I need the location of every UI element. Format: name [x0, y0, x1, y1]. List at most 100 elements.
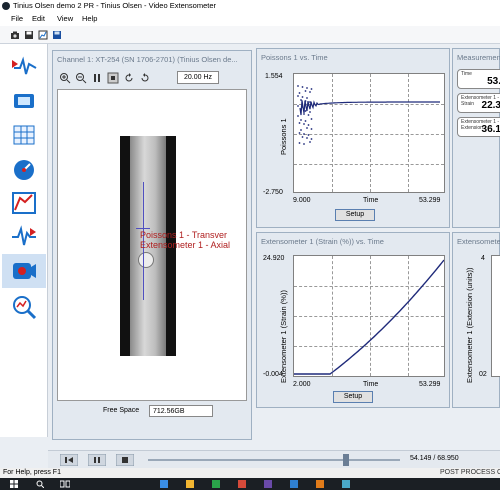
poisson-xmax: 53.299	[419, 197, 441, 204]
status-mode-text: POST PROCESS C	[440, 469, 500, 476]
extension-ylabel: Extensometer 1 (Extension (units))	[465, 267, 474, 383]
chart-icon[interactable]	[38, 30, 48, 40]
poisson-scatter-point	[297, 95, 299, 97]
poisson-scatter-point	[298, 142, 301, 144]
waveform-icon	[12, 225, 36, 246]
speedometer-icon	[14, 160, 34, 180]
sidebar-item-analysis[interactable]	[6, 292, 42, 322]
poisson-scatter-point	[304, 120, 307, 122]
poisson-scatter-point	[304, 90, 307, 92]
poisson-scatter-point	[310, 128, 313, 130]
poisson-scatter-point	[307, 134, 310, 136]
measurement-box-extension: Extensometer 1 - Extension 36.1	[457, 117, 500, 137]
measurement-strain-value: 22.3	[481, 100, 500, 111]
sidebar-item-speed[interactable]	[6, 154, 42, 184]
poisson-scatter-point	[310, 88, 313, 90]
search-icon[interactable]	[36, 480, 44, 488]
camera-icon[interactable]	[10, 30, 20, 40]
window-title: Tinius Olsen demo 2 PR - Tinius Olsen - …	[13, 1, 217, 10]
zoom-out-icon[interactable]	[75, 72, 87, 84]
specimen-mark	[138, 252, 154, 268]
poisson-scatter-point	[303, 113, 305, 115]
stop-icon[interactable]	[116, 454, 134, 466]
curve-chart-icon	[12, 192, 36, 214]
sidebar-item-curve[interactable]	[6, 188, 42, 218]
measurement-title: Measuremen	[457, 53, 500, 62]
taskbar-app4-icon[interactable]	[264, 480, 272, 488]
menu-view[interactable]: View	[57, 14, 73, 23]
menu-edit[interactable]: Edit	[32, 14, 45, 23]
taskbar-app3-icon[interactable]	[238, 480, 246, 488]
taskbar-app2-icon[interactable]	[212, 480, 220, 488]
extension-plot-area[interactable]	[491, 255, 500, 377]
toolbar	[0, 26, 500, 44]
sidebar-item-calibration[interactable]	[6, 120, 42, 150]
taskbar-app6-icon[interactable]	[316, 480, 324, 488]
channel-title: Channel 1: XT-254 (SN 1706-2701) (Tinius…	[57, 55, 238, 64]
playback-bar: 54.149 / 68.950	[48, 450, 500, 468]
poisson-scatter-point	[309, 91, 311, 93]
poisson-scatter-point	[300, 109, 302, 111]
poisson-setup-button[interactable]: Setup	[335, 209, 375, 221]
zoom-in-icon[interactable]	[59, 72, 71, 84]
sidebar-item-signal[interactable]	[6, 222, 42, 252]
strain-plot-area[interactable]	[293, 255, 445, 377]
windows-start-icon[interactable]	[10, 480, 18, 488]
measurement-extension-value: 36.1	[481, 124, 500, 135]
menu-bar: File Edit View Help	[0, 12, 500, 26]
strain-series	[294, 259, 444, 375]
free-space-value: 712.56GB	[149, 405, 213, 417]
extension-ytick-bottom: 02	[479, 371, 487, 378]
sidebar-item-test-setup[interactable]	[6, 52, 42, 82]
poisson-scatter-point	[301, 86, 304, 88]
poisson-scatter-point	[301, 136, 304, 138]
playback-position: 54.149 / 68.950	[410, 455, 459, 462]
poisson-xlabel: Time	[363, 197, 379, 204]
menu-help[interactable]: Help	[82, 14, 97, 23]
extension-chart-panel: Extensometer Extensometer 1 (Extension (…	[452, 232, 500, 408]
poisson-series	[297, 85, 440, 145]
poisson-scatter-point	[298, 122, 301, 124]
playback-slider-track[interactable]	[148, 459, 400, 461]
poisson-ylabel: Poissons 1	[279, 118, 288, 155]
strain-setup-button[interactable]: Setup	[333, 391, 373, 403]
task-view-icon[interactable]	[60, 480, 70, 488]
measurement-box-strain: Extensometer 1 - Strain 22.3	[457, 93, 500, 113]
video-view[interactable]: Poissons 1 - Transver Extensometer 1 - A…	[57, 89, 247, 401]
poisson-scatter-point	[297, 115, 299, 117]
sidebar-item-camera-setup[interactable]	[6, 86, 42, 116]
status-help-text: For Help, press F1	[3, 469, 61, 476]
save-icon[interactable]	[24, 30, 34, 40]
poisson-plot-area[interactable]	[293, 73, 445, 193]
app-logo-icon	[2, 2, 10, 10]
poisson-scatter-point	[307, 124, 310, 126]
transverse-gauge-line	[136, 228, 150, 229]
channel-toolbar: 20.00 Hz	[59, 71, 247, 85]
rewind-icon[interactable]	[60, 454, 78, 466]
rotate-left-icon[interactable]	[123, 72, 135, 84]
title-bar: Tinius Olsen demo 2 PR - Tinius Olsen - …	[0, 0, 500, 12]
strain-xmax: 53.299	[419, 381, 441, 388]
poisson-scatter-point	[306, 127, 308, 129]
poisson-scatter-point	[301, 96, 304, 98]
camera-setup-icon	[14, 94, 34, 108]
poisson-scatter-point	[297, 85, 299, 87]
poisson-scatter-point	[310, 138, 313, 140]
sidebar-item-video-record[interactable]	[2, 254, 46, 288]
taskbar	[0, 478, 500, 490]
poisson-ymin: -2.750	[263, 189, 283, 196]
menu-file[interactable]: File	[11, 14, 23, 23]
frame-rate-field[interactable]: 20.00 Hz	[177, 71, 219, 84]
record-stop-icon[interactable]	[107, 72, 119, 84]
playback-slider-thumb[interactable]	[342, 454, 349, 466]
pause-icon[interactable]	[91, 72, 103, 84]
rotate-right-icon[interactable]	[139, 72, 151, 84]
measurement-time-value: 53.	[487, 76, 500, 87]
pause-playback-icon[interactable]	[88, 454, 106, 466]
taskbar-explorer-icon[interactable]	[186, 480, 194, 488]
taskbar-app-icon[interactable]	[160, 480, 168, 488]
poisson-chart-title: Poissons 1 vs. Time	[261, 53, 328, 62]
taskbar-app7-icon[interactable]	[342, 480, 350, 488]
taskbar-app5-icon[interactable]	[290, 480, 298, 488]
disk-icon[interactable]	[52, 30, 62, 40]
